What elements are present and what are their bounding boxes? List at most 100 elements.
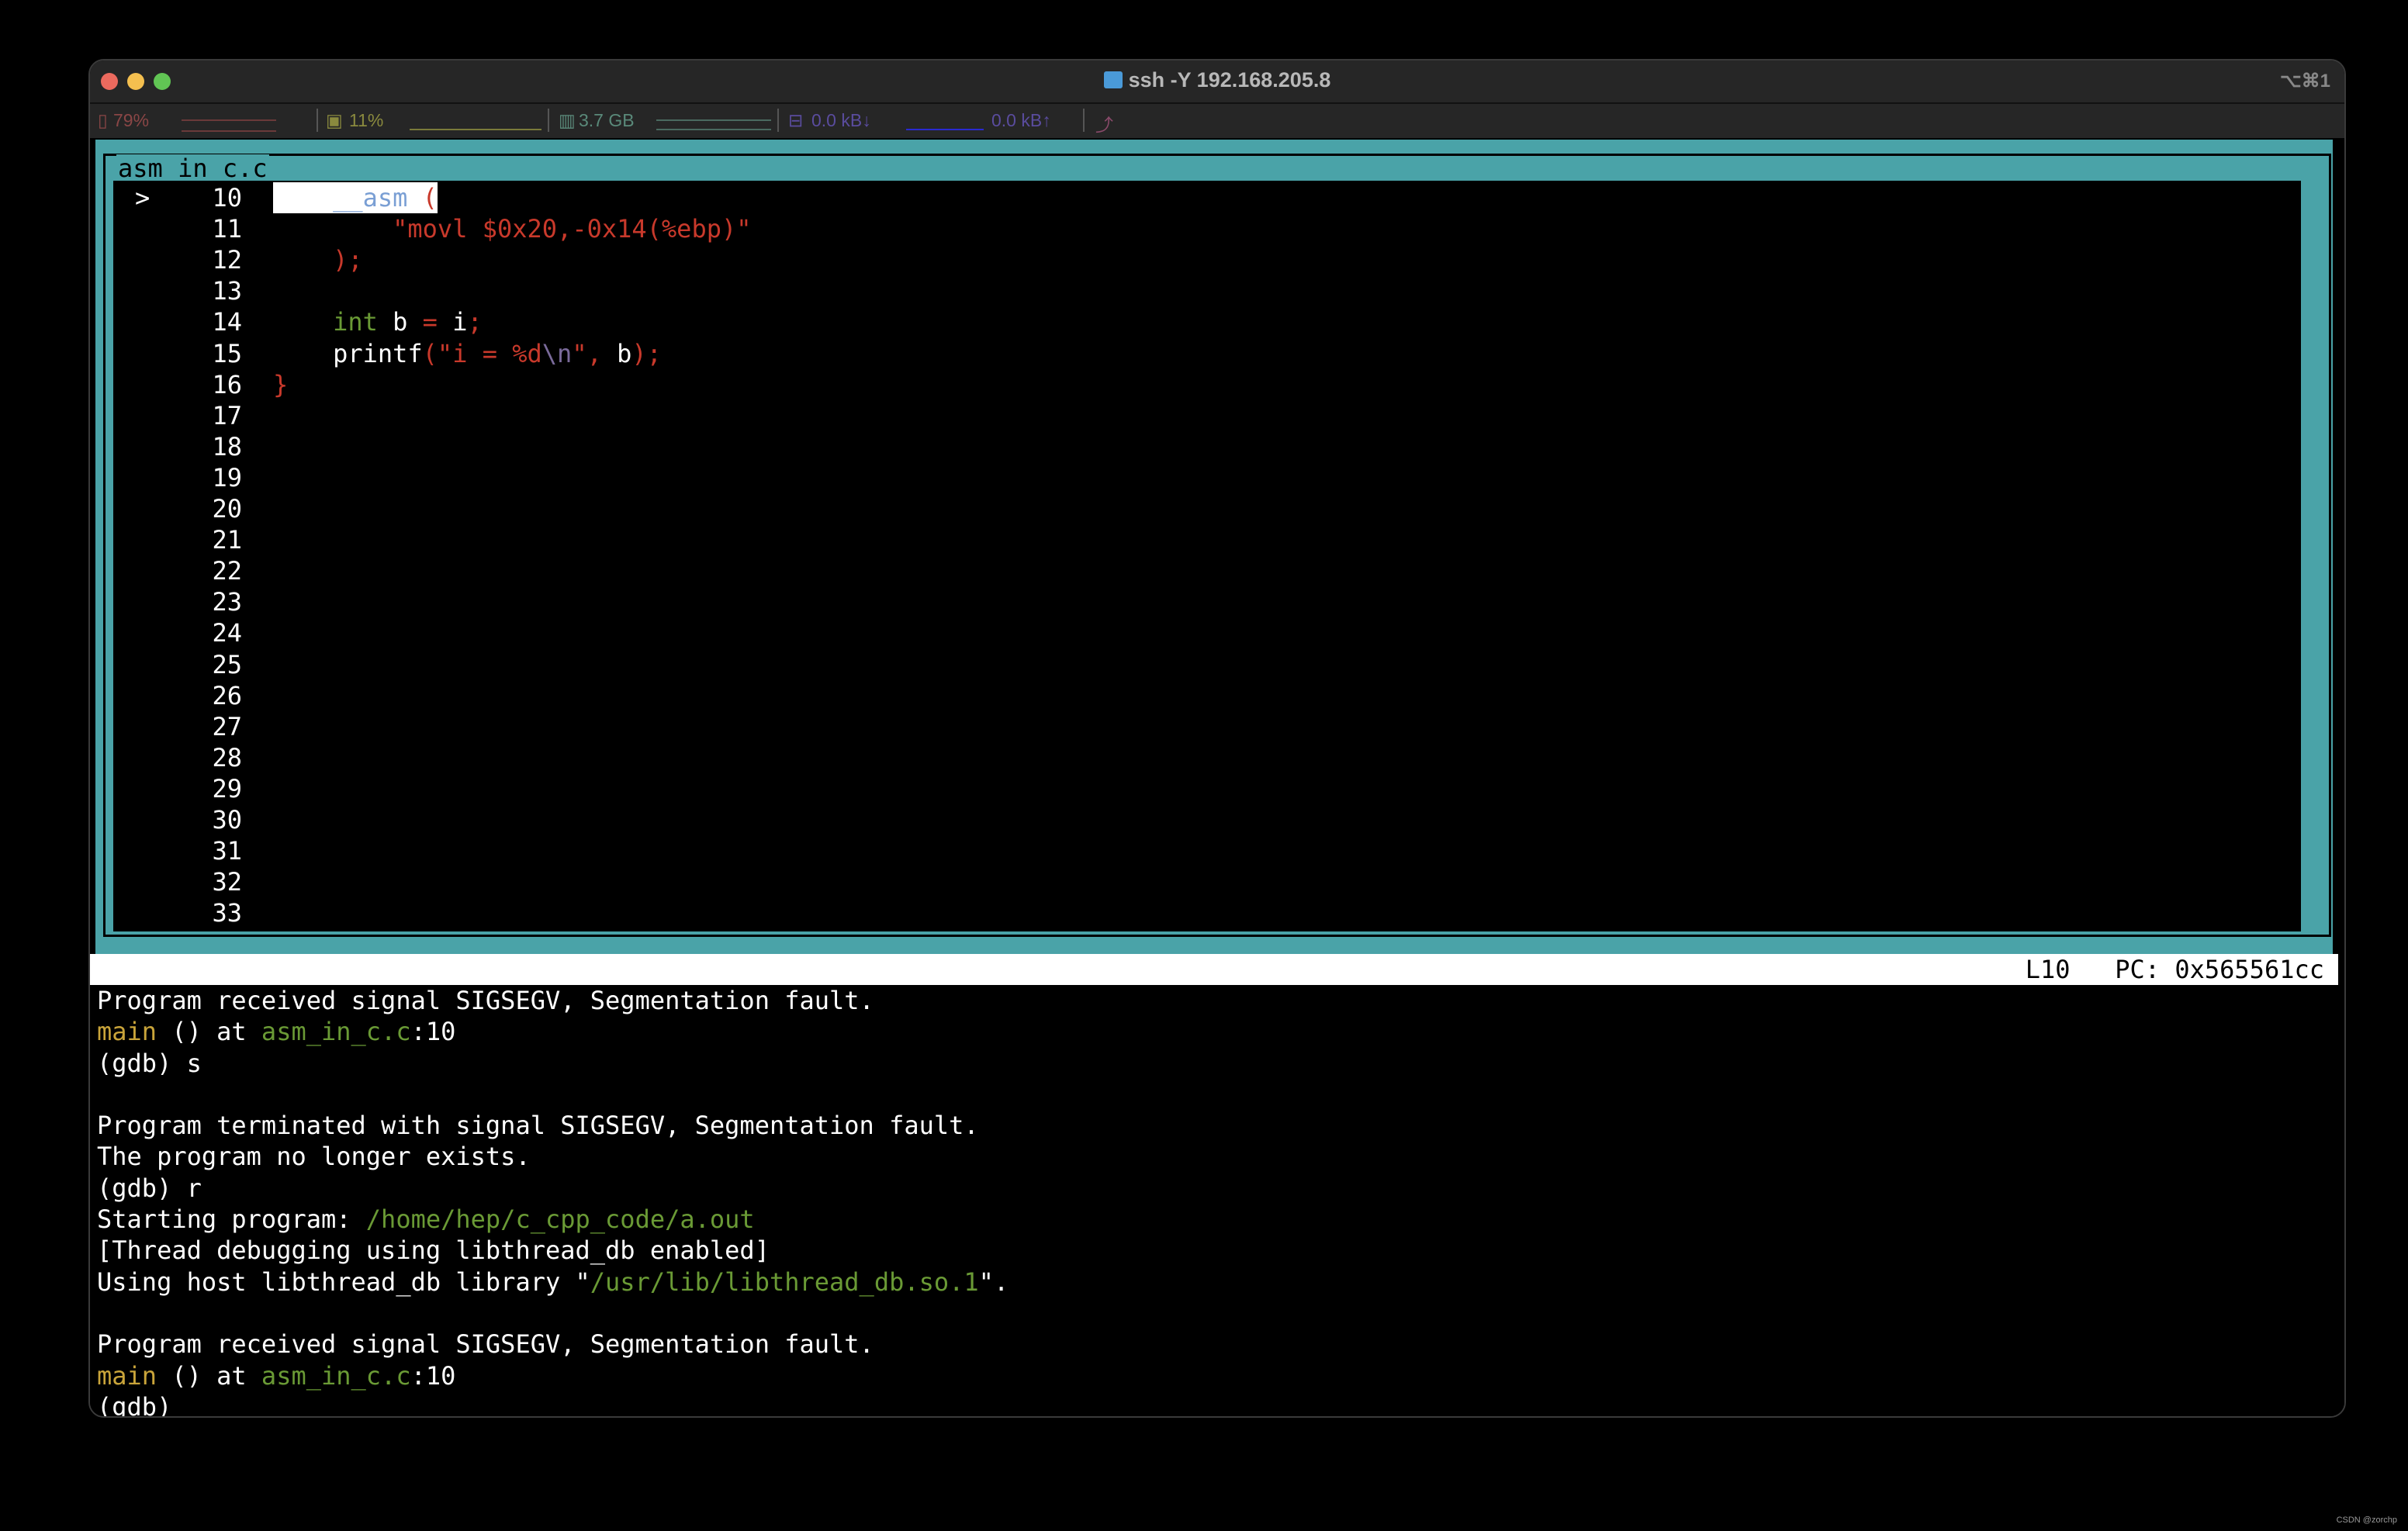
watermark: CSDN @zorchp xyxy=(2336,1515,2397,1525)
code-token: /usr/lib/libthread_db.so.1 xyxy=(590,1267,979,1297)
source-line: 19 xyxy=(113,462,2301,493)
network-icon: ⊟ xyxy=(788,110,804,130)
status-line: L10 xyxy=(2025,955,2071,984)
source-line: 29 xyxy=(113,773,2301,804)
net-down-value: 0.0 kB↓ xyxy=(811,110,871,130)
source-line: 33 xyxy=(113,897,2301,928)
code-token: b xyxy=(617,338,632,368)
code-token: main xyxy=(97,1017,157,1047)
gdb-console[interactable]: Program received signal SIGSEGV, Segment… xyxy=(97,985,1009,1418)
console-line: Using host libthread_db library "/usr/li… xyxy=(97,1267,1009,1298)
cpu-icon: ▣ xyxy=(326,110,343,130)
status-position: L10 PC: 0x565561cc xyxy=(2026,954,2324,985)
line-number: 13 xyxy=(212,276,242,306)
terminal-window: ssh -Y 192.168.205.8 ⌥⌘1 ▯ 79% ▣ 11% ▥ 3… xyxy=(88,59,2346,1418)
git-branch-icon: ⤴ xyxy=(1095,115,1113,135)
folder-home-icon xyxy=(1103,71,1123,88)
memory-sparkline xyxy=(656,119,771,130)
source-line: 31 xyxy=(113,835,2301,866)
code-token: printf xyxy=(273,338,423,368)
line-number: 27 xyxy=(212,711,242,741)
code-token: ", xyxy=(572,338,618,368)
code-token: The program no longer exists. xyxy=(97,1142,531,1172)
line-number: 21 xyxy=(212,525,242,555)
code-token: ". xyxy=(978,1267,1009,1297)
code-token: Using host libthread_db library " xyxy=(97,1267,590,1297)
line-code: ); xyxy=(273,244,363,275)
code-token: ; xyxy=(467,307,483,337)
source-line: 16} xyxy=(113,369,2301,400)
code-token: [Thread debugging using libthread_db ena… xyxy=(97,1236,770,1266)
source-line: 12 ); xyxy=(113,244,2301,275)
console-line: Program terminated with signal SIGSEGV, … xyxy=(97,1110,1009,1141)
source-code-area[interactable]: >10 __asm (11 "movl $0x20,-0x14(%ebp)" 12… xyxy=(113,181,2301,931)
cpu-value: 11% xyxy=(349,110,384,130)
code-token: Program terminated with signal SIGSEGV, … xyxy=(97,1111,979,1141)
line-number: 17 xyxy=(212,400,242,430)
source-line: 26 xyxy=(113,680,2301,711)
battery-sparkline xyxy=(182,119,276,132)
source-line: 20 xyxy=(113,493,2301,524)
line-code: __asm ( xyxy=(273,182,438,213)
source-line: 15 printf("i = %d\n", b); xyxy=(113,338,2301,369)
terminal-content[interactable]: asm_in_c.c >10 __asm (11 "movl $0x20,-0x… xyxy=(90,140,2344,1416)
source-line: 25 xyxy=(113,649,2301,680)
console-line: (gdb) s xyxy=(97,1048,1009,1079)
divider xyxy=(1083,109,1085,132)
line-number: 33 xyxy=(212,898,242,928)
line-number: 16 xyxy=(212,369,242,399)
code-token: b xyxy=(377,307,423,337)
title-bar: ssh -Y 192.168.205.8 ⌥⌘1 xyxy=(90,60,2344,104)
line-code: } xyxy=(273,369,288,400)
net-up-value: 0.0 kB↑ xyxy=(991,110,1051,130)
source-line: 23 xyxy=(113,586,2301,617)
console-line: The program no longer exists. xyxy=(97,1141,1009,1172)
code-token: i xyxy=(437,307,468,337)
source-line: 24 xyxy=(113,617,2301,648)
console-line: main () at asm_in_c.c:10 xyxy=(97,1016,1009,1047)
source-line: 32 xyxy=(113,866,2301,897)
line-number: 10 xyxy=(212,183,242,213)
line-number: 29 xyxy=(212,773,242,804)
code-token: :10 xyxy=(410,1360,456,1391)
code-token: :10 xyxy=(410,1017,456,1047)
source-line: 30 xyxy=(113,804,2301,835)
line-number: 19 xyxy=(212,462,242,492)
line-number: 31 xyxy=(212,836,242,866)
code-token: (gdb) xyxy=(97,1391,187,1418)
battery-icon: ▯ xyxy=(98,110,108,130)
code-token: ); xyxy=(333,245,363,275)
code-token: (gdb) r xyxy=(97,1173,202,1203)
line-code: "movl $0x20,-0x14(%ebp)" xyxy=(273,213,752,244)
source-line: 28 xyxy=(113,742,2301,773)
source-line: >10 __asm ( xyxy=(113,182,2301,213)
line-number: 25 xyxy=(212,649,242,679)
code-token: main xyxy=(97,1360,157,1391)
line-number: 14 xyxy=(212,307,242,337)
line-number: 22 xyxy=(212,556,242,586)
code-token: \n xyxy=(541,338,573,368)
code-token: () at xyxy=(157,1017,261,1047)
code-token: asm_in_c.c xyxy=(261,1360,411,1391)
divider xyxy=(317,109,318,132)
code-token: = xyxy=(422,307,438,337)
code-token: "movl $0x20,-0x14(%ebp)" xyxy=(393,214,752,244)
line-number: 12 xyxy=(212,245,242,275)
source-window: asm_in_c.c >10 __asm (11 "movl $0x20,-0x… xyxy=(103,154,2331,937)
line-number: 23 xyxy=(212,587,242,617)
source-line: 11 "movl $0x20,-0x14(%ebp)" xyxy=(113,213,2301,244)
source-line: 13 xyxy=(113,275,2301,306)
source-line: 27 xyxy=(113,711,2301,742)
code-token: /home/hep/c_cpp_code/a.out xyxy=(365,1204,755,1235)
code-token: Starting program: xyxy=(97,1204,366,1235)
cpu-sparkline xyxy=(410,119,541,130)
console-line: main () at asm_in_c.c:10 xyxy=(97,1360,1009,1391)
window-title-text: ssh -Y 192.168.205.8 xyxy=(1128,68,1331,92)
line-number: 26 xyxy=(212,680,242,710)
window-title: ssh -Y 192.168.205.8 xyxy=(90,68,2344,92)
code-token: } xyxy=(273,369,289,399)
line-number: 30 xyxy=(212,805,242,835)
